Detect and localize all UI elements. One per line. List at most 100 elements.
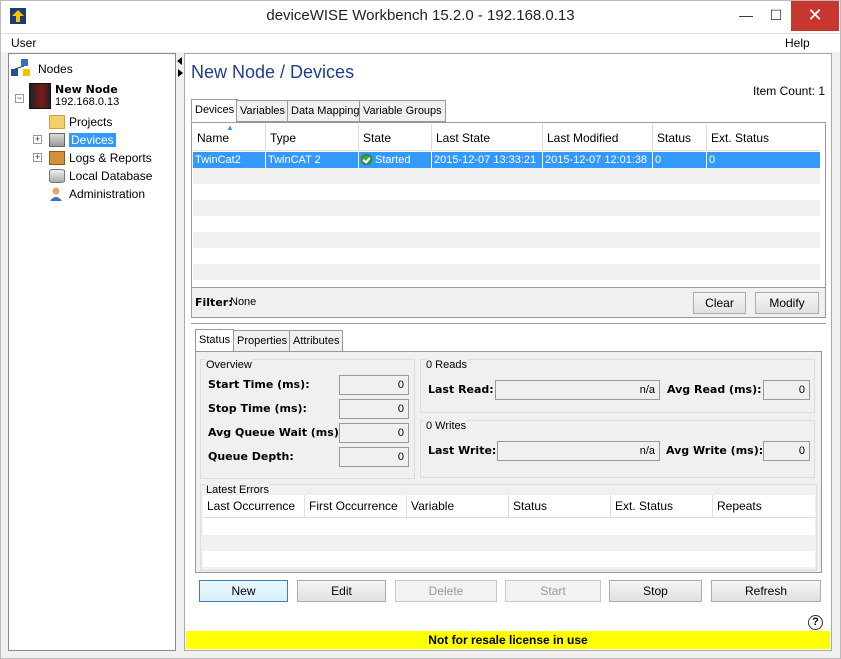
queue-depth-field: 0: [339, 447, 409, 467]
avg-read-field: 0: [763, 380, 810, 400]
tab-data-mapping[interactable]: Data Mapping: [287, 100, 364, 122]
server-icon: [29, 83, 51, 109]
page-title: New Node / Devices: [191, 62, 355, 82]
start-device-button[interactable]: Start: [505, 580, 601, 602]
close-button[interactable]: ✕: [791, 1, 839, 31]
cell-last-state-changed: 2015-12-07 13:33:21: [432, 152, 543, 168]
devices-icon: [49, 132, 65, 147]
tab-attributes[interactable]: Attributes: [289, 330, 344, 352]
column-state[interactable]: State: [359, 124, 432, 151]
collapse-left-icon[interactable]: [177, 57, 182, 65]
cell-status: 0: [653, 152, 707, 168]
main-panel: New Node / Devices Item Count: 1 Devices…: [184, 53, 832, 651]
tree-root-label: Nodes: [38, 61, 73, 76]
column-ext-status[interactable]: Ext. Status: [611, 495, 713, 518]
tree-item-logs-reports[interactable]: Logs & Reports: [49, 149, 152, 166]
new-device-button[interactable]: New: [199, 580, 288, 602]
writes-group: 0 Writes Last Write: n/a Avg Write (ms):…: [420, 420, 815, 478]
tree-item-label: Administration: [69, 186, 146, 201]
avg-read-label: Avg Read (ms):: [667, 383, 762, 396]
column-status[interactable]: Status: [653, 124, 707, 151]
column-status[interactable]: Status: [509, 495, 611, 518]
empty-row: [193, 264, 820, 280]
tree-item-administration[interactable]: Administration: [49, 185, 145, 202]
tab-properties[interactable]: Properties: [233, 330, 292, 352]
app-window: deviceWISE Workbench 15.2.0 - 192.168.0.…: [0, 0, 841, 659]
menu-user[interactable]: User: [11, 36, 36, 50]
network-nodes-icon: [11, 58, 30, 76]
status-panel: Overview Start Time (ms): 0 Stop Time (m…: [195, 351, 822, 573]
empty-row: [203, 535, 815, 551]
tree-nodes-root[interactable]: Nodes: [11, 58, 73, 77]
reads-group: 0 Reads Last Read: n/a Avg Read (ms): 0: [420, 359, 815, 413]
column-ext-status[interactable]: Ext. Status: [707, 124, 820, 151]
node-ip: 192.168.0.13: [55, 96, 120, 108]
errors-table-header: Last Occurrence First Occurrence Variabl…: [203, 495, 815, 518]
column-variable[interactable]: Variable: [407, 495, 509, 518]
clear-filter-button[interactable]: Clear: [693, 292, 746, 314]
cell-state: Started: [359, 152, 432, 168]
table-row[interactable]: TwinCat2 TwinCAT 2 Started 2015-12-07 13…: [193, 152, 820, 168]
devices-table: Name▲ Type State Last State Changed Last…: [193, 123, 820, 287]
avg-queue-wait-label: Avg Queue Wait (ms):: [208, 426, 344, 439]
refresh-button[interactable]: Refresh: [711, 580, 821, 602]
avg-write-field: 0: [763, 441, 810, 461]
devices-expand-toggle[interactable]: +: [33, 135, 42, 144]
tab-variable-groups[interactable]: Variable Groups: [359, 100, 446, 122]
tree-item-projects[interactable]: Projects: [49, 113, 112, 130]
last-read-field: n/a: [495, 380, 660, 400]
help-icon[interactable]: ?: [808, 615, 823, 630]
logs-expand-toggle[interactable]: +: [33, 153, 42, 162]
stop-time-field: 0: [339, 399, 409, 419]
delete-device-button[interactable]: Delete: [395, 580, 497, 602]
column-first-occurrence[interactable]: First Occurrence: [305, 495, 407, 518]
column-type[interactable]: Type: [266, 124, 359, 151]
devices-panel: Name▲ Type State Last State Changed Last…: [191, 122, 826, 318]
license-banner: Not for resale license in use: [186, 631, 830, 649]
title-bar: deviceWISE Workbench 15.2.0 - 192.168.0.…: [1, 1, 840, 33]
empty-row: [193, 200, 820, 216]
start-time-field: 0: [339, 375, 409, 395]
log-book-icon: [49, 150, 65, 165]
node-collapse-toggle[interactable]: −: [15, 94, 24, 103]
empty-row: [193, 232, 820, 248]
cell-name: TwinCat2: [193, 152, 266, 168]
tree-item-local-database[interactable]: Local Database: [49, 167, 152, 184]
node-name: New Node: [55, 83, 118, 96]
expand-right-icon[interactable]: [178, 69, 183, 77]
column-name[interactable]: Name ▲: [193, 123, 266, 151]
modify-filter-button[interactable]: Modify: [755, 292, 819, 314]
tree-item-devices[interactable]: Devices: [49, 131, 116, 148]
stop-device-button[interactable]: Stop: [609, 580, 702, 602]
menu-help[interactable]: Help: [785, 36, 810, 50]
tab-status[interactable]: Status: [195, 329, 235, 352]
edit-device-button[interactable]: Edit: [297, 580, 386, 602]
stop-time-label: Stop Time (ms):: [208, 402, 307, 415]
group-title: Overview: [206, 359, 252, 371]
last-write-label: Last Write:: [428, 444, 497, 457]
tree-node-new-node[interactable]: New Node 192.168.0.13: [29, 83, 119, 113]
split-divider[interactable]: [191, 323, 826, 324]
maximize-button[interactable]: ☐: [761, 1, 791, 31]
tab-variables[interactable]: Variables: [236, 100, 290, 122]
column-repeats[interactable]: Repeats: [713, 495, 815, 518]
empty-row: [193, 248, 820, 264]
errors-table: Last Occurrence First Occurrence Variabl…: [203, 495, 815, 567]
last-write-field: n/a: [497, 441, 660, 461]
column-last-modified[interactable]: Last Modified: [543, 124, 653, 151]
filter-value: None: [230, 296, 257, 308]
database-icon: [49, 168, 65, 183]
last-read-label: Last Read:: [428, 383, 494, 396]
minimize-button[interactable]: —: [731, 1, 761, 31]
column-last-occurrence[interactable]: Last Occurrence: [203, 495, 305, 518]
cell-type: TwinCAT 2: [266, 152, 359, 168]
column-last-state-changed[interactable]: Last State Changed: [432, 124, 543, 173]
queue-depth-label: Queue Depth:: [208, 450, 294, 463]
avg-write-label: Avg Write (ms):: [666, 444, 764, 457]
tree-item-label: Devices: [69, 132, 116, 147]
table-header: Name▲ Type State Last State Changed Last…: [193, 123, 820, 173]
group-title: 0 Writes: [426, 420, 467, 432]
navigation-tree: Nodes − New Node 192.168.0.13 Projects +…: [8, 53, 176, 651]
user-admin-icon: [49, 187, 65, 201]
pane-splitter[interactable]: [176, 53, 184, 651]
